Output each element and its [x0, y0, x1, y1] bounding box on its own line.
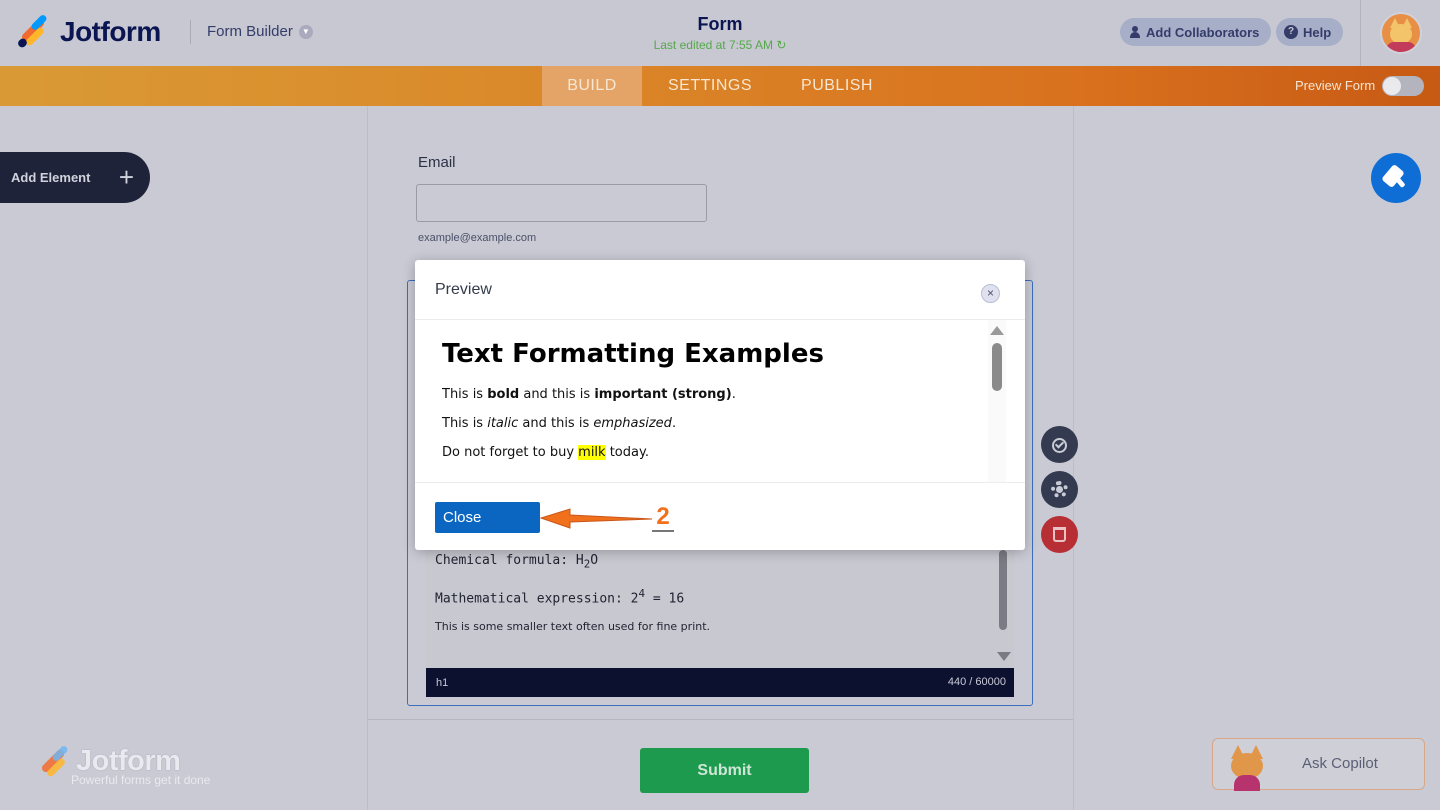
- annotation-step-number: 2: [652, 504, 674, 532]
- arrow-icon: [539, 508, 653, 529]
- annotation-arrow: [539, 508, 653, 529]
